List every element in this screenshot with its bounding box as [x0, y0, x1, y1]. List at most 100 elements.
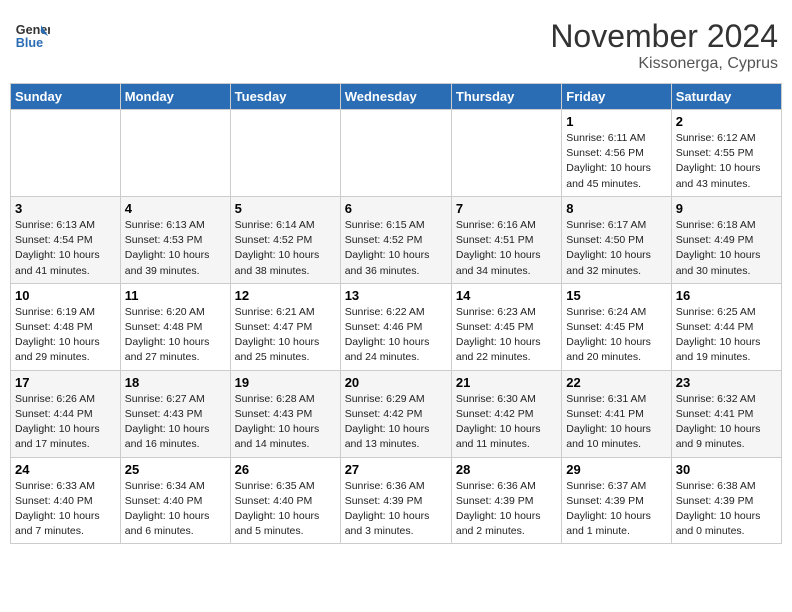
day-info: Sunrise: 6:36 AM Sunset: 4:39 PM Dayligh…: [456, 479, 557, 540]
calendar-cell: 22Sunrise: 6:31 AM Sunset: 4:41 PM Dayli…: [562, 370, 671, 457]
calendar-cell: 29 Sunrise: 6:37 AM Sunset: 4:39 PM Dayli…: [562, 457, 671, 544]
calendar-cell: 10 Sunrise: 6:19 AM Sunset: 4:48 PM Dayli…: [11, 283, 121, 370]
calendar-cell: 6 Sunrise: 6:15 AM Sunset: 4:52 PM Daylig…: [340, 196, 451, 283]
calendar-cell: 4 Sunrise: 6:13 AM Sunset: 4:53 PM Daylig…: [120, 196, 230, 283]
calendar-cell: [340, 110, 451, 197]
day-info: Sunrise: 6:32 AM Sunset: 4:41 PM Dayligh…: [676, 392, 777, 453]
day-info: Sunrise: 6:33 AM Sunset: 4:40 PM Dayligh…: [15, 479, 116, 540]
day-info: Sunrise: 6:30 AM Sunset: 4:42 PM Dayligh…: [456, 392, 557, 453]
day-info: Sunrise: 6:19 AM Sunset: 4:48 PM Dayligh…: [15, 305, 116, 366]
day-info: Sunrise: 6:24 AM Sunset: 4:45 PM Dayligh…: [566, 305, 666, 366]
day-number: 24: [15, 462, 116, 477]
header: General Blue November 2024 Kissonerga, C…: [10, 10, 782, 77]
calendar-cell: 8Sunrise: 6:17 AM Sunset: 4:50 PM Daylig…: [562, 196, 671, 283]
calendar-cell: 11 Sunrise: 6:20 AM Sunset: 4:48 PM Dayli…: [120, 283, 230, 370]
calendar-cell: 25 Sunrise: 6:34 AM Sunset: 4:40 PM Dayli…: [120, 457, 230, 544]
calendar-week-3: 10 Sunrise: 6:19 AM Sunset: 4:48 PM Dayli…: [11, 283, 782, 370]
calendar-cell: 9 Sunrise: 6:18 AM Sunset: 4:49 PM Daylig…: [671, 196, 781, 283]
calendar-cell: 14 Sunrise: 6:23 AM Sunset: 4:45 PM Dayli…: [451, 283, 561, 370]
calendar-header-row: SundayMondayTuesdayWednesdayThursdayFrid…: [11, 84, 782, 110]
day-info: Sunrise: 6:34 AM Sunset: 4:40 PM Dayligh…: [125, 479, 226, 540]
day-number: 29: [566, 462, 666, 477]
day-number: 25: [125, 462, 226, 477]
calendar-cell: 3 Sunrise: 6:13 AM Sunset: 4:54 PM Daylig…: [11, 196, 121, 283]
calendar-week-1: 1Sunrise: 6:11 AM Sunset: 4:56 PM Daylig…: [11, 110, 782, 197]
day-info: Sunrise: 6:38 AM Sunset: 4:39 PM Dayligh…: [676, 479, 777, 540]
calendar-cell: [11, 110, 121, 197]
day-info: Sunrise: 6:37 AM Sunset: 4:39 PM Dayligh…: [566, 479, 666, 540]
calendar-cell: 28 Sunrise: 6:36 AM Sunset: 4:39 PM Dayli…: [451, 457, 561, 544]
day-info: Sunrise: 6:13 AM Sunset: 4:53 PM Dayligh…: [125, 218, 226, 279]
day-info: Sunrise: 6:11 AM Sunset: 4:56 PM Dayligh…: [566, 131, 666, 192]
location-subtitle: Kissonerga, Cyprus: [550, 55, 778, 73]
calendar-cell: 2 Sunrise: 6:12 AM Sunset: 4:55 PM Daylig…: [671, 110, 781, 197]
day-number: 26: [235, 462, 336, 477]
calendar-cell: 16 Sunrise: 6:25 AM Sunset: 4:44 PM Dayli…: [671, 283, 781, 370]
calendar-cell: 17 Sunrise: 6:26 AM Sunset: 4:44 PM Dayli…: [11, 370, 121, 457]
calendar-cell: 7Sunrise: 6:16 AM Sunset: 4:51 PM Daylig…: [451, 196, 561, 283]
day-info: Sunrise: 6:26 AM Sunset: 4:44 PM Dayligh…: [15, 392, 116, 453]
calendar-cell: [120, 110, 230, 197]
month-title: November 2024: [550, 18, 778, 55]
svg-text:Blue: Blue: [16, 36, 43, 50]
calendar-cell: 23 Sunrise: 6:32 AM Sunset: 4:41 PM Dayli…: [671, 370, 781, 457]
day-info: Sunrise: 6:18 AM Sunset: 4:49 PM Dayligh…: [676, 218, 777, 279]
day-number: 5: [235, 201, 336, 216]
logo: General Blue: [14, 18, 50, 54]
day-info: Sunrise: 6:15 AM Sunset: 4:52 PM Dayligh…: [345, 218, 447, 279]
calendar-cell: 27Sunrise: 6:36 AM Sunset: 4:39 PM Dayli…: [340, 457, 451, 544]
calendar-cell: 18Sunrise: 6:27 AM Sunset: 4:43 PM Dayli…: [120, 370, 230, 457]
day-header-monday: Monday: [120, 84, 230, 110]
calendar-cell: 24 Sunrise: 6:33 AM Sunset: 4:40 PM Dayli…: [11, 457, 121, 544]
day-info: Sunrise: 6:17 AM Sunset: 4:50 PM Dayligh…: [566, 218, 666, 279]
calendar-cell: 21 Sunrise: 6:30 AM Sunset: 4:42 PM Dayli…: [451, 370, 561, 457]
day-number: 3: [15, 201, 116, 216]
day-header-thursday: Thursday: [451, 84, 561, 110]
day-info: Sunrise: 6:31 AM Sunset: 4:41 PM Dayligh…: [566, 392, 666, 453]
logo-icon: General Blue: [14, 18, 50, 54]
day-info: Sunrise: 6:28 AM Sunset: 4:43 PM Dayligh…: [235, 392, 336, 453]
day-info: Sunrise: 6:20 AM Sunset: 4:48 PM Dayligh…: [125, 305, 226, 366]
calendar-table: SundayMondayTuesdayWednesdayThursdayFrid…: [10, 83, 782, 544]
calendar-week-5: 24 Sunrise: 6:33 AM Sunset: 4:40 PM Dayli…: [11, 457, 782, 544]
day-number: 19: [235, 375, 336, 390]
day-info: Sunrise: 6:21 AM Sunset: 4:47 PM Dayligh…: [235, 305, 336, 366]
calendar-cell: 13 Sunrise: 6:22 AM Sunset: 4:46 PM Dayli…: [340, 283, 451, 370]
day-number: 17: [15, 375, 116, 390]
day-number: 23: [676, 375, 777, 390]
day-number: 10: [15, 288, 116, 303]
day-number: 30: [676, 462, 777, 477]
day-number: 9: [676, 201, 777, 216]
day-header-sunday: Sunday: [11, 84, 121, 110]
day-number: 2: [676, 114, 777, 129]
day-info: Sunrise: 6:27 AM Sunset: 4:43 PM Dayligh…: [125, 392, 226, 453]
day-info: Sunrise: 6:22 AM Sunset: 4:46 PM Dayligh…: [345, 305, 447, 366]
day-header-tuesday: Tuesday: [230, 84, 340, 110]
day-number: 4: [125, 201, 226, 216]
day-info: Sunrise: 6:29 AM Sunset: 4:42 PM Dayligh…: [345, 392, 447, 453]
day-number: 16: [676, 288, 777, 303]
day-number: 11: [125, 288, 226, 303]
day-header-wednesday: Wednesday: [340, 84, 451, 110]
title-area: November 2024 Kissonerga, Cyprus: [550, 18, 778, 73]
calendar-cell: 19 Sunrise: 6:28 AM Sunset: 4:43 PM Dayli…: [230, 370, 340, 457]
day-number: 21: [456, 375, 557, 390]
day-info: Sunrise: 6:12 AM Sunset: 4:55 PM Dayligh…: [676, 131, 777, 192]
day-number: 14: [456, 288, 557, 303]
day-number: 13: [345, 288, 447, 303]
day-number: 28: [456, 462, 557, 477]
calendar-cell: 26 Sunrise: 6:35 AM Sunset: 4:40 PM Dayli…: [230, 457, 340, 544]
day-number: 6: [345, 201, 447, 216]
day-number: 27: [345, 462, 447, 477]
calendar-body: 1Sunrise: 6:11 AM Sunset: 4:56 PM Daylig…: [11, 110, 782, 544]
day-info: Sunrise: 6:14 AM Sunset: 4:52 PM Dayligh…: [235, 218, 336, 279]
calendar-cell: 20 Sunrise: 6:29 AM Sunset: 4:42 PM Dayli…: [340, 370, 451, 457]
day-info: Sunrise: 6:23 AM Sunset: 4:45 PM Dayligh…: [456, 305, 557, 366]
calendar-cell: [451, 110, 561, 197]
day-info: Sunrise: 6:25 AM Sunset: 4:44 PM Dayligh…: [676, 305, 777, 366]
day-number: 15: [566, 288, 666, 303]
day-header-saturday: Saturday: [671, 84, 781, 110]
day-number: 20: [345, 375, 447, 390]
day-info: Sunrise: 6:13 AM Sunset: 4:54 PM Dayligh…: [15, 218, 116, 279]
day-info: Sunrise: 6:35 AM Sunset: 4:40 PM Dayligh…: [235, 479, 336, 540]
